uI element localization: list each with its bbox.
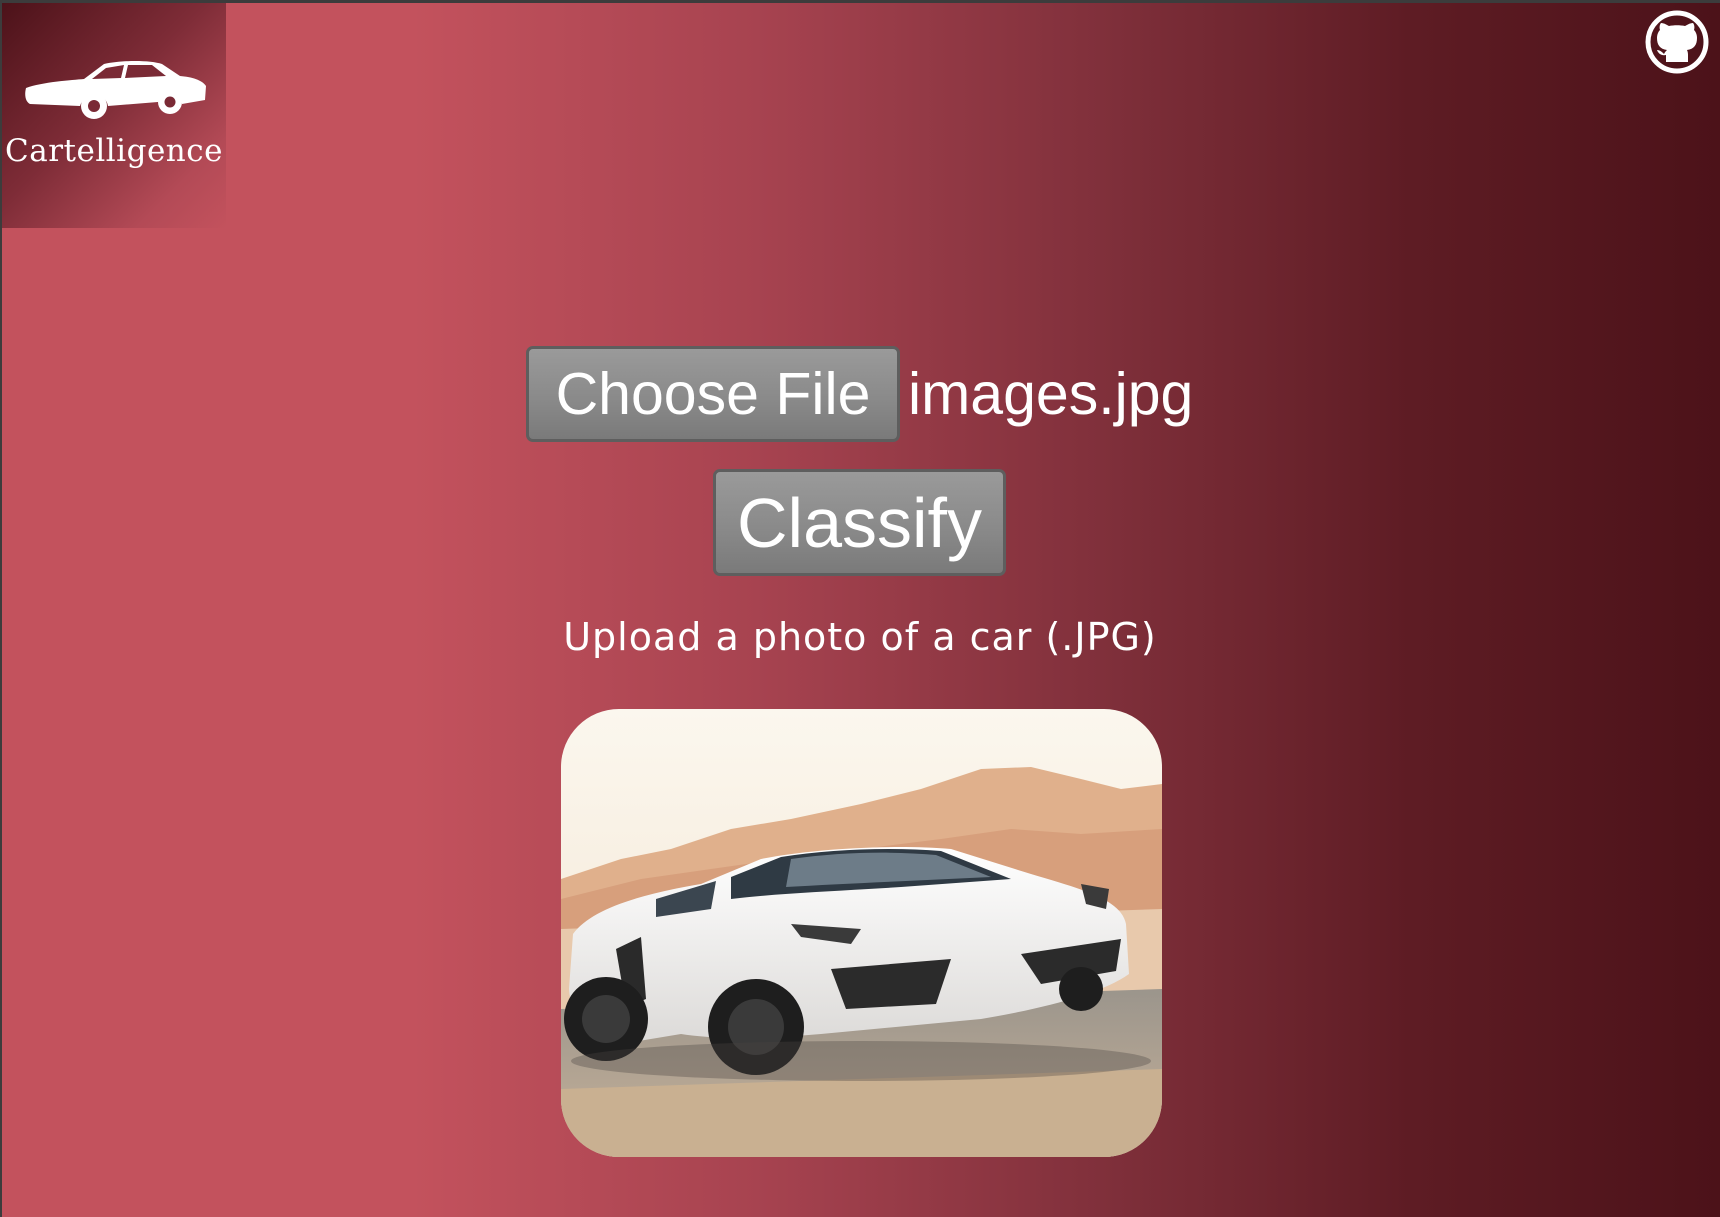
window-top-border xyxy=(0,0,1720,3)
file-input[interactable]: Choose File images.jpg xyxy=(526,346,1193,442)
upload-hint-text: Upload a photo of a car (.JPG) xyxy=(563,615,1157,659)
selected-file-name: images.jpg xyxy=(908,361,1194,427)
github-icon[interactable] xyxy=(1645,10,1709,74)
white-sports-car-photo xyxy=(561,709,1162,1157)
upload-hint: Upload a photo of a car (.JPG) xyxy=(0,615,1720,659)
choose-file-button[interactable]: Choose File xyxy=(526,346,900,442)
classify-button[interactable]: Classify xyxy=(713,469,1006,576)
brand-logo[interactable]: Cartelligence xyxy=(2,3,226,228)
brand-name: Cartelligence xyxy=(5,133,223,169)
car-silhouette-icon xyxy=(25,61,206,119)
car-preview-image xyxy=(561,709,1162,1157)
